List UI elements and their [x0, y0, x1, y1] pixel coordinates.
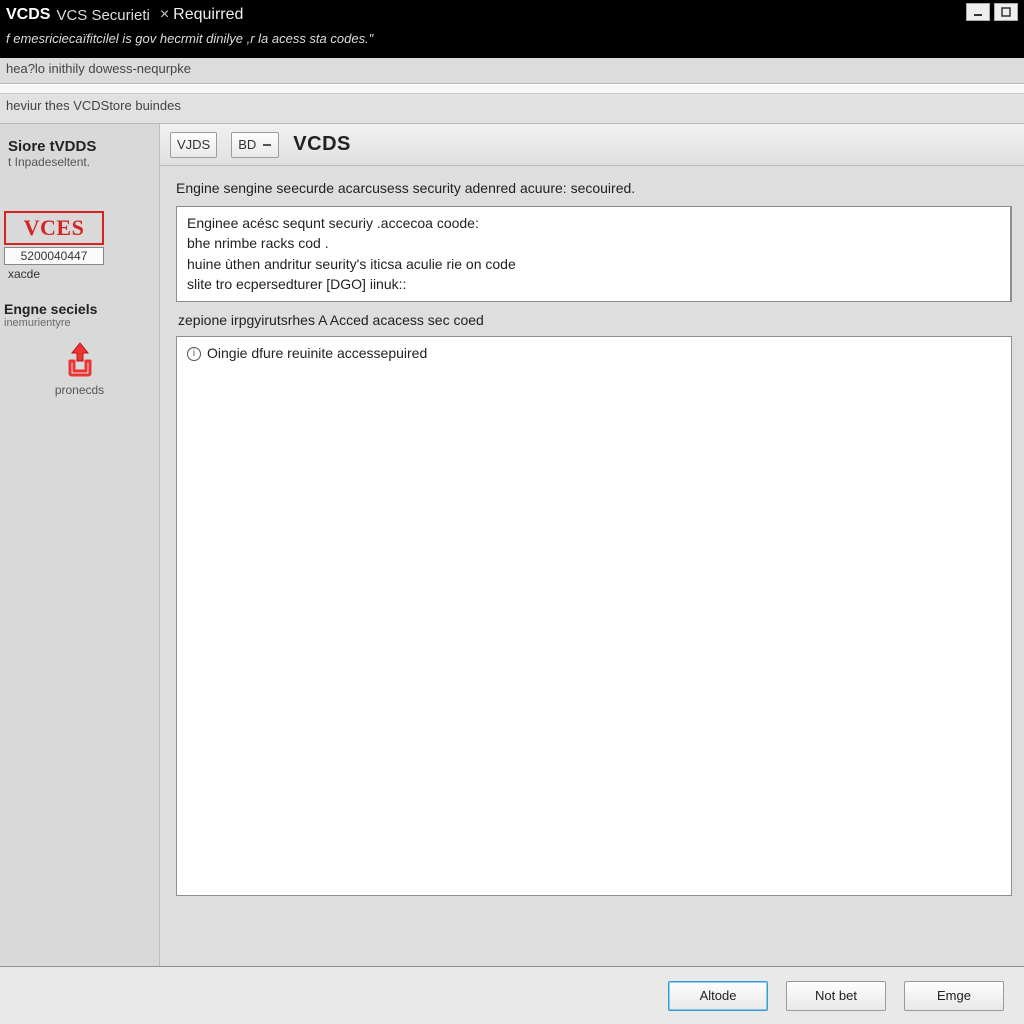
toolbar-button-1-label: VJDS	[177, 137, 210, 152]
panel-b-line: Oingie dfure reuinite accessepuired	[207, 345, 427, 361]
info-icon: i	[187, 347, 201, 361]
primary-button-label: Altode	[700, 988, 737, 1003]
panel-security-code: Enginee acésc sequnt securiy .accecoa co…	[176, 206, 1012, 302]
main-header-line: Engine sengine seecurde acarcusess secur…	[176, 180, 1012, 196]
upload-icon[interactable]	[56, 337, 104, 381]
sidebar-store-block: Siore tVDDS t Inpadeseltent.	[0, 134, 159, 181]
panel-a-line-3: slite tro ecpersedturer [DGO] iinuk::	[187, 274, 1000, 294]
minus-icon	[262, 140, 272, 150]
title-subtitle: f emesriciecaïfitcilel is gov hecrmit di…	[0, 30, 1024, 58]
sidebar: Siore tVDDS t Inpadeseltent. VCES 520004…	[0, 124, 160, 974]
sidebar-engine-block: Engne seciels inemurientyre	[0, 301, 159, 329]
sidebar-store-title: Siore tVDDS	[8, 138, 151, 155]
tertiary-button[interactable]: Emge	[904, 981, 1004, 1011]
toolbar-button-1[interactable]: VJDS	[170, 132, 217, 158]
panel-output[interactable]: i Oingie dfure reuinite accessepuired	[176, 336, 1012, 896]
content: VJDS BD VCDS Engine sengine seecurde aca…	[160, 124, 1024, 974]
sidebar-engine-title: Engne seciels	[4, 301, 153, 317]
header-strip-1: hea?lo inithily dowess-nequrpke	[0, 58, 1024, 84]
tertiary-button-label: Emge	[937, 988, 971, 1003]
footer: Altode Not bet Emge	[0, 966, 1024, 1024]
panel-a-line-0: Enginee acésc sequnt securiy .accecoa co…	[187, 213, 1000, 233]
toolbar-button-2[interactable]: BD	[231, 132, 279, 158]
maximize-icon	[999, 6, 1013, 18]
mid-label: zepione irpgyirutsrhes A Acced acacess s…	[178, 312, 1012, 328]
title-secondary: VCS Securieti	[56, 7, 149, 24]
sidebar-logo-text: VCES	[10, 215, 98, 241]
body: Siore tVDDS t Inpadeseltent. VCES 520004…	[0, 124, 1024, 974]
upload-caption: pronecds	[0, 383, 159, 397]
toolbar: VJDS BD VCDS	[160, 124, 1024, 166]
window-controls	[966, 3, 1018, 21]
primary-button[interactable]: Altode	[668, 981, 768, 1011]
sidebar-logo-caption: xacde	[8, 267, 153, 281]
secondary-button[interactable]: Not bet	[786, 981, 886, 1011]
strip-divider	[0, 84, 1024, 94]
titlebar: VCDS VCS Securieti × Requirred	[0, 0, 1024, 30]
sidebar-logo-box[interactable]: VCES	[4, 211, 104, 245]
sidebar-store-sub: t Inpadeseltent.	[8, 155, 151, 169]
title-rest: Requirred	[173, 6, 243, 24]
header-strip-2: heviur thes VCDStore buindes	[0, 94, 1024, 124]
title-separator: ×	[160, 6, 169, 24]
minimize-icon	[971, 6, 985, 18]
panel-a-line-1: bhe nrimbe racks cod .	[187, 233, 1000, 253]
panel-a-line-2: huine ùthen andritur seurity's iticsa ac…	[187, 254, 1000, 274]
sidebar-logo-code: 5200040447	[4, 247, 104, 265]
minimize-button[interactable]	[966, 3, 990, 21]
main-area: Engine sengine seecurde acarcusess secur…	[160, 166, 1024, 896]
toolbar-button-2-label: BD	[238, 137, 256, 152]
toolbar-brand: VCDS	[293, 133, 351, 156]
title-brand: VCDS	[6, 6, 50, 24]
secondary-button-label: Not bet	[815, 988, 857, 1003]
sidebar-engine-sub: inemurientyre	[4, 317, 153, 329]
maximize-button[interactable]	[994, 3, 1018, 21]
